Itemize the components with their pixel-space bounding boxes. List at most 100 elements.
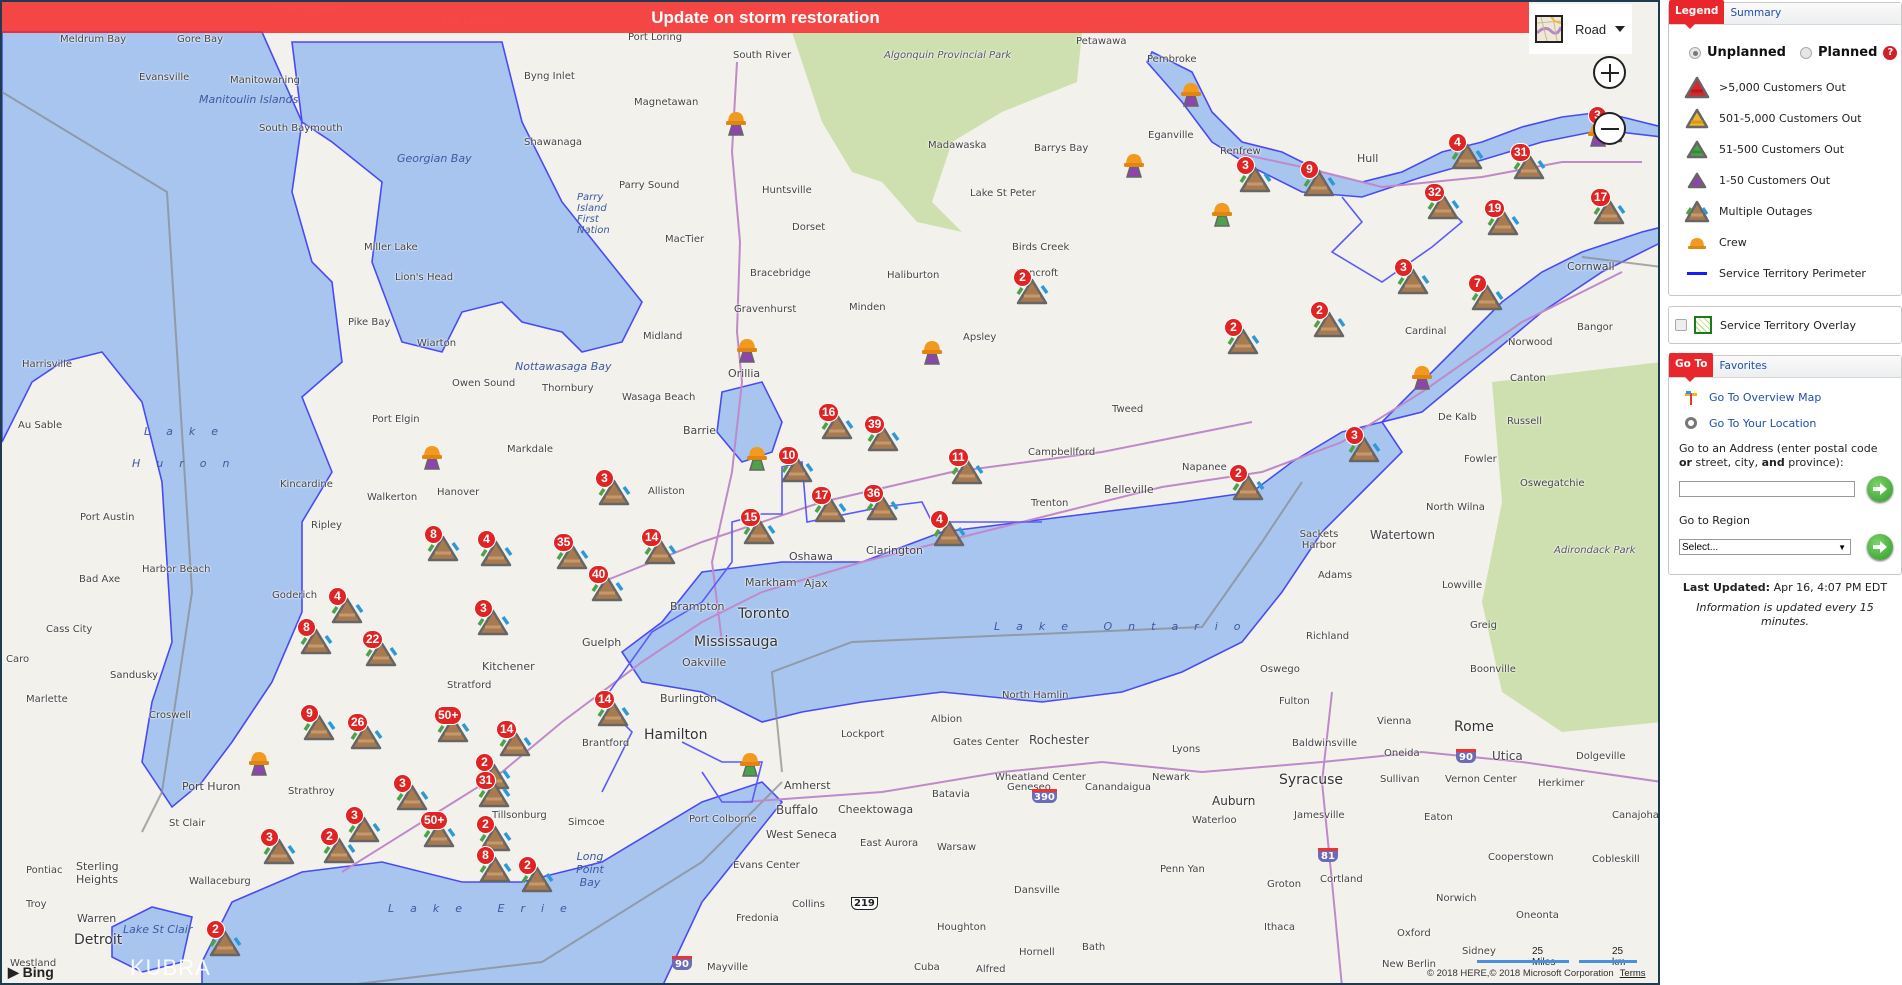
map-label: Bad Axe — [79, 574, 121, 585]
crew-marker[interactable] — [420, 443, 444, 471]
outage-marker[interactable]: 2 — [1310, 301, 1346, 338]
outage-marker[interactable]: 10 — [778, 446, 814, 483]
map-label: Byng Inlet — [524, 71, 575, 82]
outage-marker[interactable]: 15 — [740, 508, 776, 545]
legend-label: Crew — [1719, 236, 1747, 249]
map-type-selector[interactable]: Road — [1529, 4, 1632, 54]
outage-marker[interactable]: 8 — [297, 618, 333, 655]
tab-go-to[interactable]: Go To — [1669, 353, 1714, 382]
outage-marker[interactable]: 14 — [594, 690, 630, 727]
outage-count-badge: 17 — [811, 486, 833, 505]
outage-count-badge: 16 — [818, 403, 840, 422]
map-label: Walkerton — [367, 492, 418, 503]
outage-marker[interactable]: 36 — [863, 484, 899, 521]
outage-marker[interactable]: 3 — [1394, 258, 1430, 295]
map-label: Port Elgin — [372, 414, 420, 425]
outage-marker[interactable]: 16 — [818, 403, 854, 440]
outage-marker[interactable]: 3 — [260, 828, 296, 865]
outage-marker[interactable]: 4 — [477, 530, 513, 567]
outage-marker[interactable]: 26 — [347, 713, 383, 750]
crew-marker[interactable] — [724, 109, 748, 137]
outage-marker[interactable]: 22 — [362, 630, 398, 667]
outage-marker[interactable]: 14 — [496, 720, 532, 757]
outage-marker[interactable]: 3 — [595, 469, 631, 506]
location-target-icon — [1683, 416, 1699, 430]
terms-link[interactable]: Terms — [1620, 968, 1646, 979]
outage-map[interactable]: Little Current Key Junction Meldrum Bay … — [0, 0, 1660, 985]
crew-marker[interactable] — [1179, 80, 1203, 108]
outage-marker[interactable]: 50+ — [434, 706, 470, 743]
crew-marker[interactable] — [745, 444, 769, 472]
unplanned-radio[interactable] — [1689, 46, 1701, 59]
outage-marker[interactable]: 3 — [393, 774, 429, 811]
crew-hardhat-icon — [249, 752, 269, 776]
outage-marker[interactable]: 3 — [1236, 156, 1272, 193]
map-label: Port Loring — [628, 32, 683, 43]
outage-marker[interactable]: 2 — [1224, 318, 1260, 355]
tab-favorites[interactable]: Favorites — [1713, 355, 1772, 377]
outage-marker[interactable]: 2 — [206, 920, 242, 957]
region-selected-value: Select... — [1682, 541, 1719, 553]
outage-marker[interactable]: 4 — [328, 587, 364, 624]
tab-legend[interactable]: Legend — [1669, 0, 1725, 29]
crew-marker[interactable] — [1122, 151, 1146, 179]
outage-marker[interactable]: 39 — [864, 415, 900, 452]
outage-marker[interactable]: 7 — [1468, 274, 1504, 311]
region-select[interactable]: Select... ▼ — [1679, 539, 1851, 555]
map-label: Eaton — [1424, 812, 1453, 823]
planned-radio[interactable] — [1799, 46, 1812, 59]
storm-update-banner[interactable]: Update on storm restoration — [2, 2, 1529, 33]
outage-marker[interactable]: 4 — [1448, 133, 1484, 170]
go-to-your-location-link[interactable]: Go To Your Location — [1669, 410, 1901, 436]
outage-marker[interactable]: 9 — [1300, 160, 1336, 197]
map-label: Greig — [1470, 620, 1497, 631]
outage-marker[interactable]: 8 — [476, 846, 512, 883]
outage-marker[interactable]: 4 — [930, 510, 966, 547]
outage-marker[interactable]: 11 — [948, 448, 984, 485]
crew-marker[interactable] — [735, 336, 759, 364]
map-label: Alliston — [648, 486, 685, 497]
outage-marker[interactable]: 9 — [300, 704, 336, 741]
outage-count-badge: 4 — [930, 510, 949, 529]
map-label: Warren — [77, 912, 117, 925]
crew-marker[interactable] — [738, 750, 762, 778]
outage-marker[interactable]: 17 — [811, 486, 847, 523]
outage-marker[interactable]: 19 — [1484, 199, 1520, 236]
outage-marker[interactable]: 3 — [345, 806, 381, 843]
crew-marker[interactable] — [1410, 363, 1434, 391]
tab-summary[interactable]: Summary — [1724, 2, 1787, 24]
region-go-button[interactable] — [1867, 534, 1893, 560]
outage-marker[interactable]: 3 — [474, 599, 510, 636]
outage-marker[interactable]: 3 — [1345, 426, 1381, 463]
outage-marker[interactable]: 2 — [1229, 464, 1265, 501]
outage-marker[interactable]: 31 — [475, 771, 511, 808]
outage-marker[interactable]: 50+ — [420, 811, 456, 848]
map-label: Mississauga — [694, 634, 778, 650]
zoom-in-button[interactable] — [1593, 56, 1626, 89]
bing-logo[interactable]: ▶ Bing — [8, 964, 54, 981]
map-label: Croswell — [149, 710, 192, 721]
crew-marker[interactable] — [247, 749, 271, 777]
outage-marker[interactable]: 17 — [1590, 188, 1626, 225]
outage-marker[interactable]: 2 — [518, 856, 554, 893]
crew-marker[interactable] — [920, 338, 944, 366]
map-label: Lake Ontario — [994, 620, 1257, 633]
help-icon[interactable]: ? — [1883, 45, 1898, 60]
address-input[interactable] — [1679, 481, 1855, 497]
go-to-overview-map-link[interactable]: Go To Overview Map — [1669, 384, 1901, 410]
map-label: Algonquin Provincial Park — [884, 50, 1012, 61]
outage-marker[interactable]: 35 — [553, 533, 589, 570]
outage-marker[interactable]: 2 — [1013, 268, 1049, 305]
outage-marker[interactable]: 14 — [641, 528, 677, 565]
overlay-checkbox[interactable] — [1675, 319, 1687, 331]
outage-count-badge: 14 — [496, 720, 518, 739]
map-label: Birds Creek — [1012, 242, 1070, 253]
outage-marker[interactable]: 31 — [1510, 143, 1546, 180]
zoom-out-button[interactable] — [1593, 112, 1626, 145]
address-go-button[interactable] — [1867, 476, 1893, 502]
crew-marker[interactable] — [1210, 200, 1234, 228]
outage-marker[interactable]: 32 — [1424, 183, 1460, 220]
outage-marker[interactable]: 2 — [476, 815, 512, 852]
outage-marker[interactable]: 40 — [588, 565, 624, 602]
outage-marker[interactable]: 8 — [424, 525, 460, 562]
